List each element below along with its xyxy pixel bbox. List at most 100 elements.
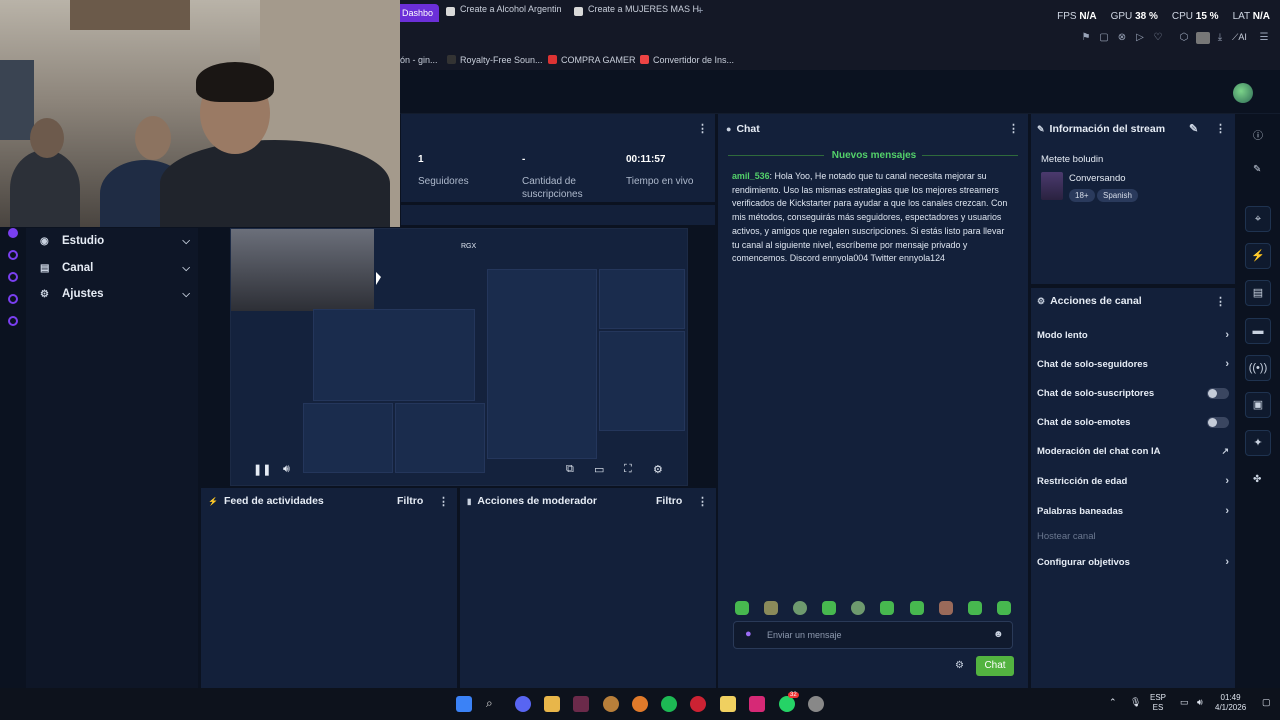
info-icon[interactable]: ⓘ	[1253, 127, 1263, 142]
chat-icon[interactable]: ▬	[1245, 318, 1271, 344]
bolt-icon[interactable]: ⚡	[1245, 243, 1271, 269]
rail-icon[interactable]	[8, 228, 18, 238]
emoji-icon[interactable]: ☻	[993, 629, 1004, 640]
discord-icon[interactable]	[515, 696, 531, 712]
more-options-icon[interactable]: ⋮	[1215, 122, 1226, 135]
app-icon[interactable]	[808, 696, 824, 712]
theater-icon[interactable]: ▭	[594, 463, 604, 476]
shield-icon[interactable]: ⊗	[1116, 32, 1128, 44]
bookmark-item[interactable]: Convertidor de Ins...	[640, 55, 734, 65]
action-palabras-baneadas[interactable]: Palabras baneadas ›	[1037, 505, 1229, 517]
bookmark-icon[interactable]: ⚑	[1080, 32, 1092, 44]
rail-icon[interactable]	[8, 272, 18, 282]
clipboard-icon[interactable]: ▤	[1245, 280, 1271, 306]
chat-input[interactable]: ● Enviar un mensaje ☻	[733, 621, 1013, 649]
tab-mujeres[interactable]: Create a MUJERES MAS H	[574, 4, 699, 22]
volume-icon[interactable]: 🔊︎	[283, 463, 290, 476]
heart-icon[interactable]: ♡	[1152, 32, 1164, 44]
rail-icon[interactable]	[8, 316, 18, 326]
emote-icon[interactable]	[793, 601, 807, 615]
sidebar-item-estudio[interactable]: ◉ Estudio ⌵	[40, 235, 190, 247]
video-icon[interactable]: ▣	[1245, 392, 1271, 418]
windows-start-icon[interactable]	[456, 696, 472, 712]
fullscreen-icon[interactable]: ⛶	[624, 463, 632, 476]
folder-icon[interactable]	[544, 696, 560, 712]
more-options-icon[interactable]: ⋮	[697, 495, 708, 508]
more-options-icon[interactable]: ⋮	[1008, 122, 1019, 135]
action-configurar-objetivos[interactable]: Configurar objetivos ›	[1037, 556, 1229, 568]
download-icon[interactable]: ⤓	[1214, 32, 1226, 44]
tab-alcohol[interactable]: Create a Alcohol Argentin	[446, 4, 562, 22]
action-modo-lento[interactable]: Modo lento ›	[1037, 329, 1229, 341]
play-icon[interactable]: ▷	[1134, 32, 1146, 44]
pencil-icon[interactable]: ✎	[1253, 164, 1261, 175]
wrench-icon[interactable]: ✦	[1245, 430, 1271, 456]
chat-username[interactable]: amil_536	[732, 171, 770, 181]
emote-icon[interactable]	[822, 601, 836, 615]
search-icon[interactable]: ⌕	[486, 696, 502, 712]
action-solo-seguidores[interactable]: Chat de solo-seguidores ›	[1037, 358, 1229, 370]
subscriber-only-toggle[interactable]	[1207, 388, 1229, 399]
feed-filter-button[interactable]: Filtro	[397, 495, 423, 507]
profile-icon[interactable]	[1196, 32, 1210, 44]
spotify-icon[interactable]	[661, 696, 677, 712]
moderator-filter-button[interactable]: Filtro	[656, 495, 682, 507]
emote-icon[interactable]	[939, 601, 953, 615]
action-hostear-canal: Hostear canal	[1037, 531, 1096, 542]
bookmark-item[interactable]: Royalty-Free Soun...	[447, 55, 543, 65]
chat-settings-icon[interactable]: ⚙	[955, 660, 964, 671]
stream-preview[interactable]: RGX ❚❚ 🔊︎ ⧉ ▭ ⛶ ⚙	[230, 228, 688, 486]
app-icon[interactable]	[603, 696, 619, 712]
bookmark-item[interactable]: ón - gin...	[400, 55, 438, 65]
action-moderacion-ia[interactable]: Moderación del chat con IA ↗	[1037, 446, 1229, 457]
pause-icon[interactable]: ❚❚	[253, 463, 271, 476]
volume-icon[interactable]: 🔊︎	[1197, 697, 1203, 707]
edit-icon[interactable]: ✎	[1189, 122, 1198, 135]
avatar[interactable]	[1233, 83, 1253, 103]
tray-chevron-icon[interactable]: ⌃	[1109, 697, 1117, 707]
language-indicator[interactable]: ESP ES	[1150, 693, 1166, 713]
target-icon[interactable]: ⌖	[1245, 206, 1271, 232]
instagram-icon[interactable]	[749, 696, 765, 712]
ai-button[interactable]: ⟋AI	[1232, 32, 1247, 43]
microphone-icon[interactable]: ●	[745, 628, 752, 640]
more-options-icon[interactable]: ⋮	[438, 495, 449, 508]
microphone-icon[interactable]: 🎙︎	[1130, 697, 1141, 707]
sidebar-item-canal[interactable]: ▤ Canal ⌵	[40, 262, 190, 274]
new-messages-label[interactable]: Nuevos mensajes	[728, 150, 1020, 161]
emote-icon[interactable]	[880, 601, 894, 615]
emote-only-toggle[interactable]	[1207, 417, 1229, 428]
emote-icon[interactable]	[968, 601, 982, 615]
emote-icon[interactable]	[764, 601, 778, 615]
notifications-icon[interactable]: ▢	[1262, 697, 1271, 707]
screenshot-icon[interactable]: ▢	[1098, 32, 1110, 44]
opera-icon[interactable]	[690, 696, 706, 712]
rail-icon[interactable]	[8, 294, 18, 304]
apps-icon[interactable]: ✤	[1253, 474, 1261, 485]
tab-dashboard[interactable]: Dashbo	[396, 4, 440, 22]
new-tab-button[interactable]: +	[697, 5, 703, 17]
broadcast-icon[interactable]: ((•))	[1245, 355, 1271, 381]
send-chat-button[interactable]: Chat	[976, 656, 1014, 676]
more-options-icon[interactable]: ⋮	[1215, 295, 1226, 308]
emote-icon[interactable]	[997, 601, 1011, 615]
action-restriccion-edad[interactable]: Restricción de edad ›	[1037, 475, 1229, 487]
app-icon[interactable]	[573, 696, 589, 712]
sidebar-item-ajustes[interactable]: ⚙ Ajustes ⌵	[40, 288, 190, 300]
pip-icon[interactable]: ⧉	[566, 463, 574, 476]
category-name[interactable]: Conversando	[1069, 173, 1126, 184]
rail-icon[interactable]	[8, 250, 18, 260]
clock[interactable]: 01:49 4/1/2026	[1215, 693, 1246, 713]
whatsapp-icon[interactable]	[779, 696, 795, 712]
display-icon[interactable]: ▭	[1180, 697, 1189, 707]
settings-icon[interactable]: ⚙	[653, 463, 663, 476]
extensions-icon[interactable]: ⬡	[1178, 32, 1190, 44]
menu-icon[interactable]: ☰	[1258, 32, 1270, 44]
emote-icon[interactable]	[851, 601, 865, 615]
app-icon[interactable]	[720, 696, 736, 712]
emote-icon[interactable]	[735, 601, 749, 615]
bookmark-item[interactable]: COMPRA GAMER	[548, 55, 636, 65]
emote-icon[interactable]	[910, 601, 924, 615]
blender-icon[interactable]	[632, 696, 648, 712]
more-options-icon[interactable]: ⋮	[697, 122, 708, 135]
